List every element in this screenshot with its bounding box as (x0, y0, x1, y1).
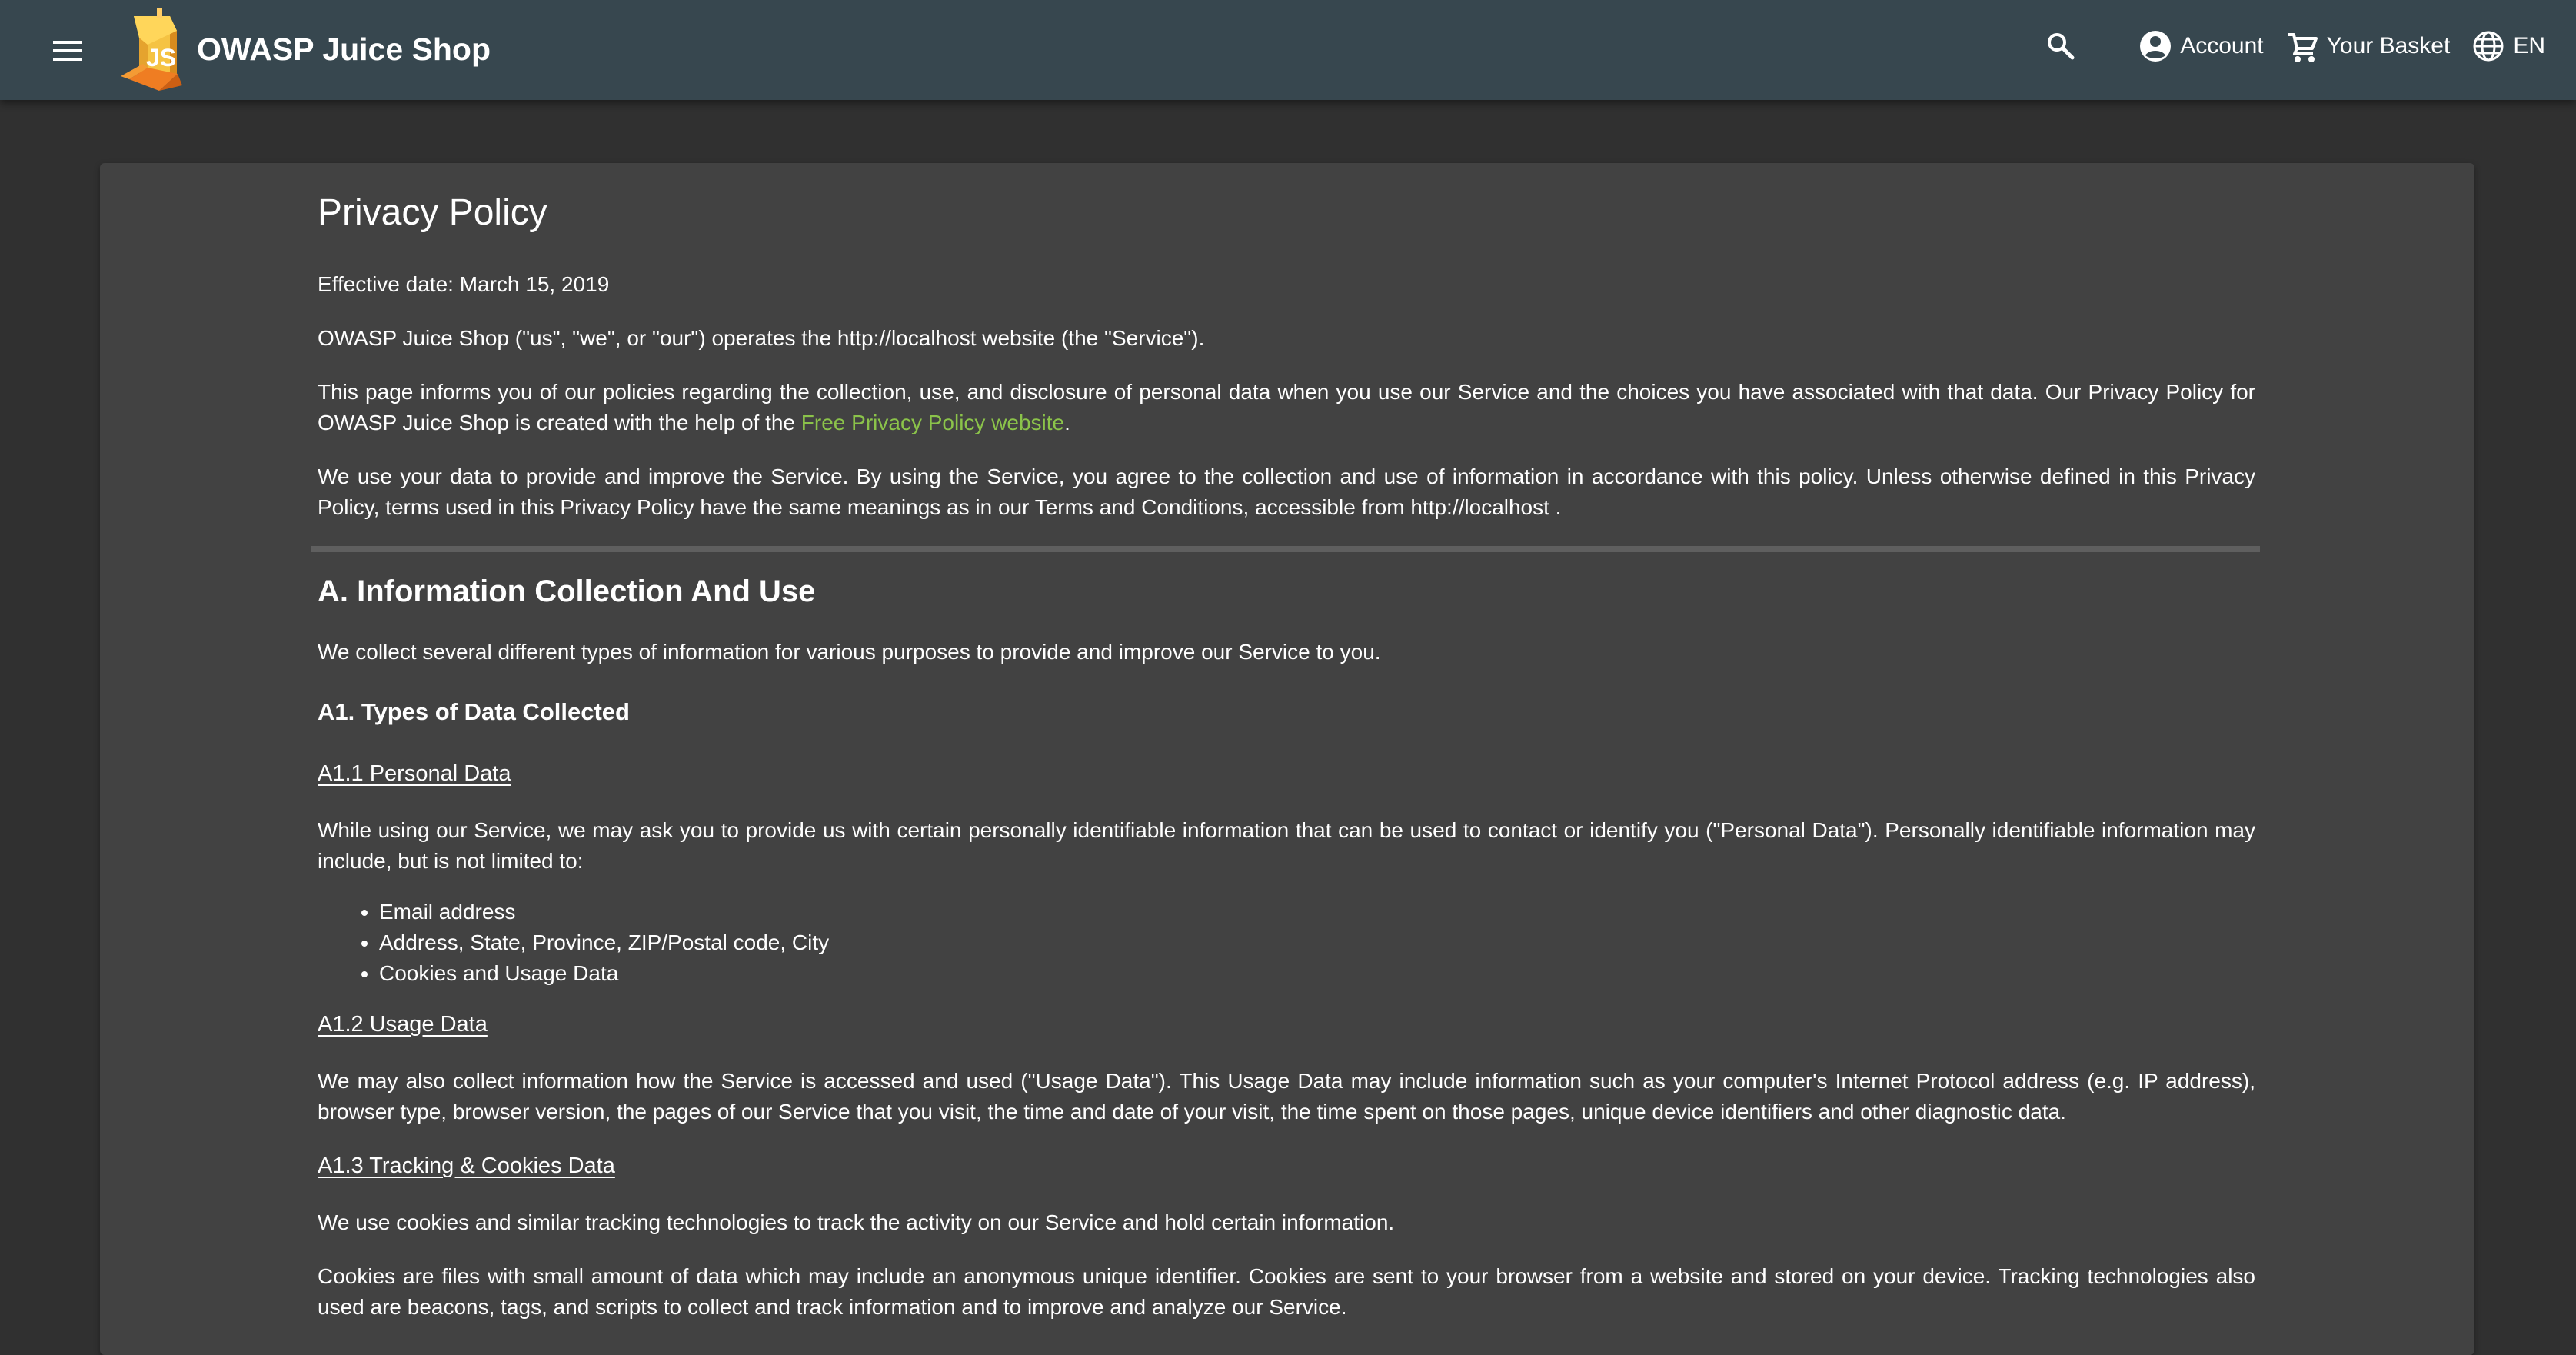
logo-text: JS (146, 44, 176, 72)
section-divider (311, 546, 2260, 552)
shopping-cart-icon (2288, 33, 2318, 62)
basket-label: Your Basket (2326, 33, 2451, 58)
language-label: EN (2513, 33, 2545, 58)
hamburger-menu-button[interactable] (45, 28, 91, 74)
juice-shop-logo: JS (121, 8, 182, 91)
usage-data-text: We may also collect information how the … (318, 1069, 2255, 1124)
top-toolbar: JS OWASP Juice Shop Account Your Basket … (0, 0, 2576, 100)
cookies-text: Cookies are files with small amount of d… (318, 1264, 2255, 1319)
tracking-text: We use cookies and similar tracking tech… (318, 1210, 1395, 1234)
hamburger-menu-icon (53, 41, 82, 61)
list-item: Address, State, Province, ZIP/Postal cod… (379, 927, 2255, 958)
language-button[interactable]: EN (2471, 29, 2545, 63)
personal-data-heading: A1.1 Personal Data (318, 761, 511, 786)
list-item: Email address (379, 897, 2255, 927)
section-a1-title: A1. Types of Data Collected (318, 698, 630, 725)
list-item: Cookies and Usage Data (379, 958, 2255, 989)
section-a-intro: We collect several different types of in… (318, 640, 1381, 664)
personal-data-text: While using our Service, we may ask you … (318, 818, 2255, 873)
free-privacy-policy-link[interactable]: Free Privacy Policy website (801, 411, 1064, 434)
policy-intro-before-link: This page informs you of our policies re… (318, 380, 2255, 434)
usage-agreement: We use your data to provide and improve … (318, 464, 2255, 519)
policy-intro-after-link: . (1064, 411, 1070, 434)
policy-intro: This page informs you of our policies re… (318, 377, 2255, 438)
toolbar-actions: Account Your Basket EN (2039, 0, 2545, 92)
tracking-cookies-heading: A1.3 Tracking & Cookies Data (318, 1154, 615, 1178)
search-icon (2048, 33, 2075, 60)
personal-data-list: Email address Address, State, Province, … (318, 897, 2255, 989)
basket-button[interactable]: Your Basket (2285, 29, 2451, 63)
effective-date: Effective date: March 15, 2019 (318, 272, 610, 296)
section-a-title: A. Information Collection And Use (318, 574, 816, 608)
app-title: OWASP Juice Shop (197, 31, 491, 67)
usage-data-heading: A1.2 Usage Data (318, 1012, 488, 1037)
account-button[interactable]: Account (2138, 29, 2264, 63)
search-button[interactable] (2039, 31, 2083, 62)
page-title: Privacy Policy (318, 192, 547, 233)
account-label: Account (2180, 33, 2264, 58)
brand-home-link[interactable]: JS OWASP Juice Shop (118, 3, 491, 95)
operator-statement: OWASP Juice Shop ("us", "we", or "our") … (318, 326, 1205, 350)
globe-icon (2473, 31, 2504, 62)
privacy-policy-content: Privacy Policy Effective date: March 15,… (311, 189, 2260, 1346)
account-circle-icon (2140, 31, 2172, 62)
